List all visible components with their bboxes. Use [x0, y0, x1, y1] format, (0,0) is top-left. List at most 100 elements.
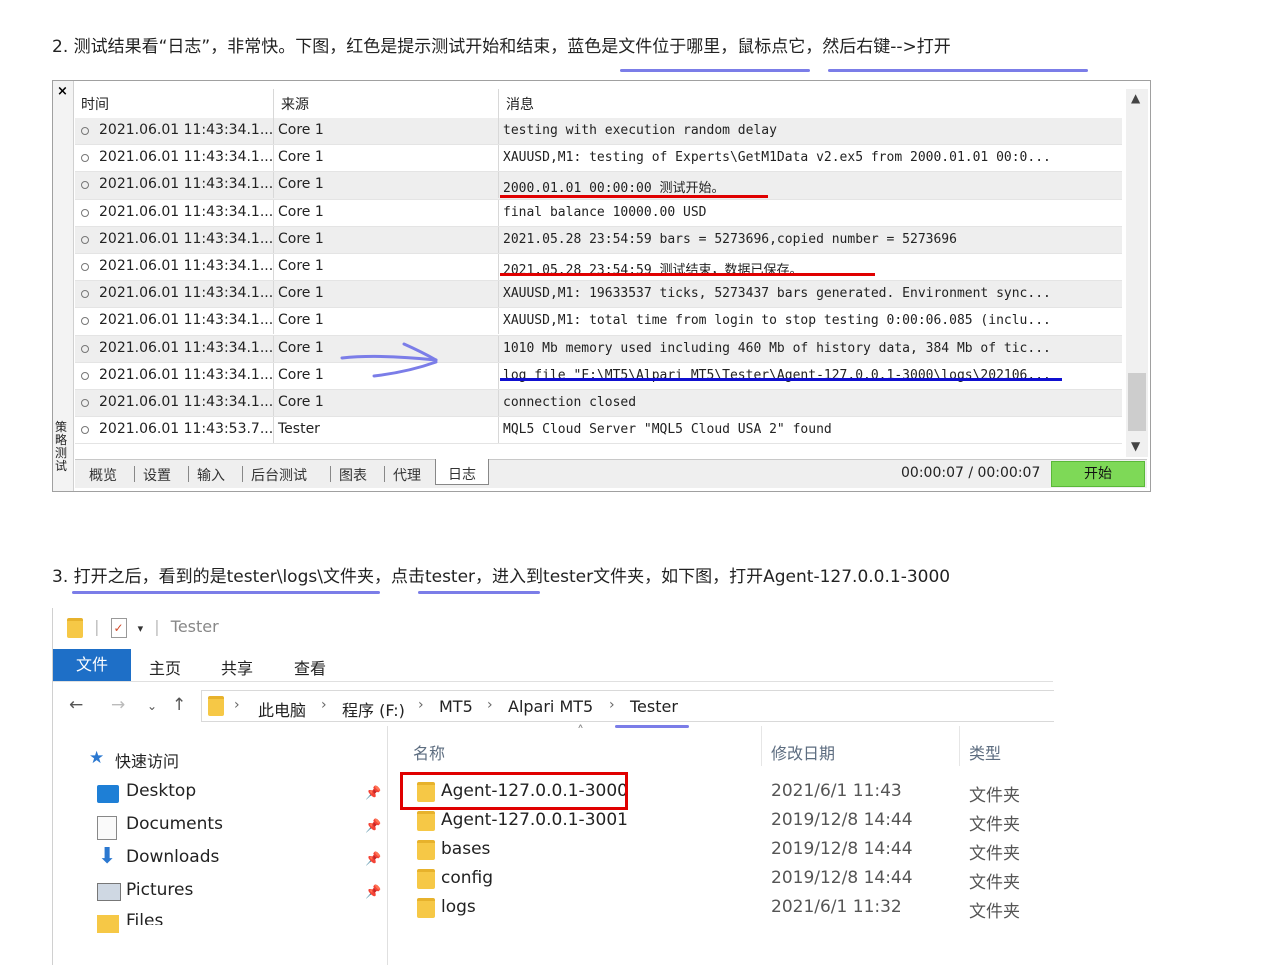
- table-row[interactable]: 2021.06.01 11:43:34.1... Core 1 2021.05.28…: [75, 253, 1122, 282]
- table-row[interactable]: 2021.06.01 11:43:34.1... Core 1 1010 Mb me…: [75, 335, 1122, 363]
- log-message: 2000.01.01 00:00:00 测试开始。: [503, 181, 725, 197]
- log-table-header: 时间 来源 消息: [75, 89, 1122, 120]
- log-time: 2021.06.01 11:43:34.1...: [99, 176, 274, 193]
- log-source: Core 1: [278, 312, 324, 329]
- nav-documents[interactable]: Documents: [126, 814, 223, 834]
- navigation-bar: ← → ⌄ ↑ › 此电脑 › 程序 (F:) › MT5 › Alpari M…: [53, 688, 1054, 722]
- breadcrumb-tester[interactable]: Tester: [630, 697, 678, 716]
- folder-icon: [417, 811, 435, 831]
- log-source: Core 1: [278, 339, 324, 356]
- tester-tab[interactable]: 图表: [339, 465, 367, 485]
- file-row[interactable]: logs 2021/6/1 11:32 文件夹: [415, 894, 1035, 923]
- up-icon[interactable]: ↑: [172, 695, 186, 715]
- step2-text: 2. 测试结果看“日志”，非常快。下图，红色是提示测试开始和结束，蓝色是文件位于…: [52, 37, 951, 57]
- tester-tab[interactable]: 输入: [197, 465, 225, 485]
- column-name[interactable]: 名称: [413, 740, 445, 764]
- pin-icon[interactable]: 📌: [365, 786, 381, 801]
- dropdown-icon[interactable]: ▾: [138, 622, 144, 635]
- log-scrollbar[interactable]: ▲ ▼: [1126, 89, 1148, 457]
- tester-tab[interactable]: 日志: [435, 459, 489, 485]
- column-time[interactable]: 时间: [81, 94, 109, 114]
- log-time: 2021.06.01 11:43:34.1...: [99, 393, 274, 410]
- tester-side-label: 策略测试: [55, 420, 68, 473]
- nav-downloads[interactable]: Downloads: [126, 847, 219, 867]
- file-row[interactable]: Agent-127.0.0.1-3001 2019/12/8 14:44 文件夹: [415, 807, 1035, 836]
- table-row[interactable]: 2021.06.01 11:43:34.1... Core 1 testing wi…: [75, 118, 1122, 146]
- test-timer: 00:00:07 / 00:00:07: [901, 465, 1041, 481]
- log-source: Core 1: [278, 393, 324, 410]
- nav-files[interactable]: Files: [126, 911, 163, 925]
- start-button[interactable]: 开始: [1051, 461, 1145, 487]
- pin-icon[interactable]: 📌: [365, 852, 381, 867]
- window-title: Tester: [170, 617, 219, 636]
- tab-view[interactable]: 查看: [294, 655, 326, 679]
- scroll-up-icon[interactable]: ▲: [1131, 91, 1140, 105]
- file-type: 文件夹: [969, 902, 1020, 922]
- table-row[interactable]: 2021.06.01 11:43:34.1... Core 1 2021.05.28…: [75, 226, 1122, 254]
- back-icon[interactable]: ←: [69, 695, 83, 715]
- table-row[interactable]: 2021.06.01 11:43:34.1... Core 1 XAUUSD,M1:…: [75, 145, 1122, 173]
- tester-tab[interactable]: 代理: [393, 465, 421, 485]
- log-dot-icon: [81, 127, 89, 135]
- red-underline-end: [500, 273, 875, 276]
- table-row[interactable]: 2021.06.01 11:43:53.7... Tester MQL5 Cloud…: [75, 417, 1122, 445]
- log-message: 2021.05.28 23:54:59 bars = 5273696,copie…: [503, 231, 957, 247]
- file-name: Agent-127.0.0.1-3001: [441, 810, 628, 830]
- file-name: logs: [441, 897, 476, 917]
- highlight-underline: [418, 591, 540, 594]
- arrow-annotation-icon: [340, 342, 438, 378]
- log-dot-icon: [81, 154, 89, 163]
- properties-icon[interactable]: ✓: [110, 617, 127, 638]
- breadcrumb-this-pc[interactable]: 此电脑: [258, 697, 306, 721]
- breadcrumb-mt5[interactable]: MT5: [439, 697, 473, 716]
- forward-icon[interactable]: →: [111, 695, 125, 715]
- folder-icon: [67, 617, 83, 638]
- table-row[interactable]: 2021.06.01 11:43:34.1... Core 1 connection…: [75, 389, 1122, 418]
- quick-access-label[interactable]: 快速访问: [115, 748, 179, 772]
- file-row[interactable]: bases 2019/12/8 14:44 文件夹: [415, 836, 1035, 865]
- log-dot-icon: [81, 398, 89, 407]
- file-row[interactable]: config 2019/12/8 14:44 文件夹: [415, 865, 1035, 894]
- log-dot-icon: [81, 426, 89, 435]
- column-date[interactable]: 修改日期: [771, 740, 835, 764]
- tester-tab[interactable]: 概览: [89, 465, 117, 485]
- tester-tab[interactable]: 设置: [143, 465, 171, 485]
- column-source[interactable]: 来源: [281, 94, 309, 114]
- breadcrumb-alpari[interactable]: Alpari MT5: [508, 697, 593, 716]
- ribbon-tabs: 文件 主页 共享 查看: [53, 649, 1053, 682]
- tab-share[interactable]: 共享: [221, 655, 253, 679]
- quick-access-toolbar: | ✓ ▾ | Tester: [67, 617, 219, 638]
- log-time: 2021.06.01 11:43:34.1...: [99, 285, 274, 302]
- breadcrumb-drive[interactable]: 程序 (F:): [342, 697, 405, 721]
- table-row[interactable]: 2021.06.01 11:43:34.1... Core 1 log file "…: [75, 362, 1122, 390]
- file-type: 文件夹: [969, 786, 1020, 806]
- nav-desktop[interactable]: Desktop: [126, 781, 196, 801]
- highlight-underline: [615, 725, 689, 728]
- table-row[interactable]: 2021.06.01 11:43:34.1... Core 1 XAUUSD,M1:…: [75, 281, 1122, 309]
- scroll-thumb[interactable]: [1128, 373, 1146, 431]
- log-source: Tester: [278, 421, 320, 438]
- scroll-down-icon[interactable]: ▼: [1131, 439, 1140, 453]
- tester-tab[interactable]: 后台测试: [251, 465, 307, 485]
- downloads-icon: ⬇: [98, 844, 117, 869]
- tab-home[interactable]: 主页: [149, 655, 181, 679]
- step3-text: 3. 打开之后，看到的是tester\logs\文件夹，点击tester，进入到…: [52, 567, 951, 587]
- pin-icon[interactable]: 📌: [365, 885, 381, 900]
- pin-icon[interactable]: 📌: [365, 819, 381, 834]
- file-name: config: [441, 868, 494, 888]
- nav-pictures[interactable]: Pictures: [126, 880, 193, 900]
- log-dot-icon: [81, 344, 89, 353]
- recent-dropdown-icon[interactable]: ⌄: [147, 699, 157, 713]
- file-type: 文件夹: [969, 873, 1020, 893]
- close-icon[interactable]: ×: [57, 84, 68, 99]
- address-bar[interactable]: › 此电脑 › 程序 (F:) › MT5 › Alpari MT5 › Tes…: [201, 690, 1054, 722]
- column-type[interactable]: 类型: [969, 740, 1001, 764]
- file-name: bases: [441, 839, 491, 859]
- tester-side-bar: × 策略测试: [53, 81, 74, 491]
- table-row[interactable]: 2021.06.01 11:43:34.1... Core 1 final bala…: [75, 199, 1122, 227]
- red-underline-start: [500, 195, 768, 198]
- table-row[interactable]: 2021.06.01 11:43:34.1... Core 1 XAUUSD,M1:…: [75, 308, 1122, 336]
- tab-file[interactable]: 文件: [53, 649, 131, 681]
- log-source: Core 1: [278, 149, 324, 166]
- column-message[interactable]: 消息: [506, 94, 534, 114]
